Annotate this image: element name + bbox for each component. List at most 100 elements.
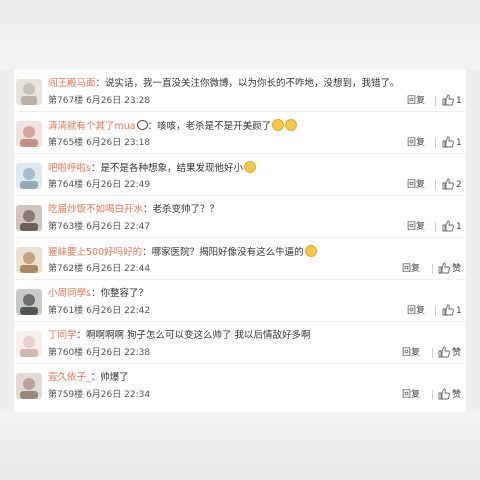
action-divider — [435, 138, 436, 148]
thumbs-up-icon[interactable] — [438, 262, 450, 274]
like-count: 1 — [456, 306, 462, 316]
username-link[interactable]: 清清就有个其了mua — [48, 121, 136, 132]
comment-meta: 第759楼 6月26日 22:34 — [48, 389, 150, 401]
avatar[interactable] — [16, 373, 42, 399]
action-divider — [435, 306, 436, 316]
comment-content: 壹久依子_：帅爆了 — [48, 371, 458, 384]
floor-number: 第764楼 — [48, 180, 84, 190]
comment-time: 23:18 — [124, 138, 151, 148]
thumbs-up-icon[interactable] — [442, 304, 454, 316]
action-divider — [432, 264, 433, 274]
comment-date: 6月26日 — [86, 306, 122, 316]
like-count: 1 — [456, 96, 462, 106]
reply-button[interactable]: 回复 — [404, 221, 428, 233]
laugh-emoji-icon — [243, 161, 256, 173]
comment-meta: 第762楼 6月26日 22:44 — [48, 263, 150, 275]
username-link[interactable]: 丁同学 — [48, 330, 77, 341]
action-divider — [432, 348, 433, 358]
username-link[interactable]: 小周同學s — [48, 288, 91, 299]
comment-date: 6月26日 — [86, 180, 122, 190]
username-link[interactable]: 壹久依子_ — [48, 372, 91, 383]
comment-text: ：老杀变帅了？？ — [143, 204, 220, 215]
comment-date: 6月26日 — [86, 264, 122, 274]
comment-item: 清清就有个其了mua ：咳咳，老杀是不是开美颜了 第765楼 6月26日 23:1… — [14, 112, 466, 154]
reply-button[interactable]: 回复 — [399, 389, 423, 401]
like-count: 2 — [456, 180, 462, 190]
comment-item: 阎王殿马面：说实话，我一直没关注你微博，以为你长的不咋地，没想到，我错了。 第7… — [14, 70, 466, 112]
smile-emoji-icon — [285, 119, 298, 131]
like-button-label[interactable]: 赞 — [452, 347, 466, 359]
floor-number: 第762楼 — [48, 264, 84, 274]
comment-time: 22:38 — [124, 348, 151, 358]
thumbs-up-icon[interactable] — [438, 346, 450, 358]
floor-number: 第759楼 — [48, 390, 84, 400]
avatar[interactable] — [16, 247, 42, 273]
username-link[interactable]: 吃届炒饭不如喝白开水 — [48, 204, 143, 215]
comment-text: ：啊啊啊啊 狗子怎么可以变这么帅了 我以后情敌好多啊 — [76, 330, 311, 341]
comment-text: ：说实话，我一直没关注你微博，以为你长的不咋地，没想到，我错了。 — [95, 78, 400, 89]
thumbs-up-icon[interactable] — [438, 388, 450, 400]
comment-text: ：帅爆了 — [90, 372, 129, 383]
comment-list: 阎王殿马面：说实话，我一直没关注你微博，以为你长的不咋地，没想到，我错了。 第7… — [14, 70, 466, 412]
comment-meta: 第760楼 6月26日 22:38 — [48, 347, 150, 359]
floor-number: 第761楼 — [48, 306, 84, 316]
action-divider — [435, 96, 436, 106]
comment-meta: 第767楼 6月26日 23:28 — [48, 95, 150, 107]
avatar[interactable] — [16, 121, 42, 147]
thumbs-up-icon[interactable] — [442, 136, 454, 148]
like-button-label[interactable]: 赞 — [452, 389, 466, 401]
username-link[interactable]: 阎王殿马面 — [48, 78, 96, 89]
comment-text: ：哪家医院？揭阳好像没有这么牛逼的 — [142, 247, 304, 258]
reply-button[interactable]: 回复 — [404, 137, 428, 149]
comment-meta: 第765楼 6月26日 23:18 — [48, 137, 150, 149]
avatar[interactable] — [16, 163, 42, 189]
reply-button[interactable]: 回复 — [404, 305, 428, 317]
like-count: 1 — [456, 222, 462, 232]
comment-time: 22:42 — [124, 306, 151, 316]
panda-emoji-icon — [136, 120, 148, 130]
avatar[interactable] — [16, 79, 42, 105]
like-count: 1 — [456, 138, 462, 148]
comment-content: 吃届炒饭不如喝白开水：老杀变帅了？？ — [48, 203, 458, 216]
avatar[interactable] — [16, 205, 42, 231]
reply-button[interactable]: 回复 — [404, 179, 428, 191]
floor-number: 第760楼 — [48, 348, 84, 358]
comment-content: 清清就有个其了mua ：咳咳，老杀是不是开美颜了 — [48, 119, 458, 133]
comment-content: 阎王殿马面：说实话，我一直没关注你微博，以为你长的不咋地，没想到，我错了。 — [48, 77, 458, 90]
username-link[interactable]: 吧啦呼啦s — [48, 163, 91, 174]
comment-date: 6月26日 — [86, 96, 122, 106]
comment-text: ：咳咳，老杀是不是开美颜了 — [147, 121, 272, 132]
comment-text: ：是不是各种想象，结果发现他好小 — [90, 163, 243, 174]
comment-date: 6月26日 — [86, 138, 122, 148]
comment-meta: 第763楼 6月26日 22:47 — [48, 221, 150, 233]
top-blur-background — [0, 0, 480, 70]
comment-item: 猩妹要上500好吗好的：哪家医院？揭阳好像没有这么牛逼的 第762楼 6月26日… — [14, 238, 466, 280]
comment-content: 吧啦呼啦s：是不是各种想象，结果发现他好小 — [48, 161, 458, 175]
action-divider — [432, 390, 433, 400]
comment-time: 22:44 — [124, 264, 151, 274]
comment-item: 丁同学：啊啊啊啊 狗子怎么可以变这么帅了 我以后情敌好多啊 第760楼 6月26… — [14, 322, 466, 364]
like-button-label[interactable]: 赞 — [452, 263, 466, 275]
bottom-blur-background — [0, 412, 480, 480]
dog-emoji-icon — [304, 245, 317, 257]
comment-item: 小周同學s：你整容了？ 第761楼 6月26日 22:42 回复 1 — [14, 280, 466, 322]
comment-content: 猩妹要上500好吗好的：哪家医院？揭阳好像没有这么牛逼的 — [48, 245, 458, 259]
thumbs-up-icon[interactable] — [442, 178, 454, 190]
reply-button[interactable]: 回复 — [404, 95, 428, 107]
username-link[interactable]: 猩妹要上500好吗好的 — [48, 247, 142, 258]
comment-content: 丁同学：啊啊啊啊 狗子怎么可以变这么帅了 我以后情敌好多啊 — [48, 329, 458, 342]
floor-number: 第767楼 — [48, 96, 84, 106]
comment-date: 6月26日 — [86, 390, 122, 400]
comment-date: 6月26日 — [86, 348, 122, 358]
reply-button[interactable]: 回复 — [399, 347, 423, 359]
smile-emoji-icon — [272, 119, 285, 131]
comment-text: ：你整容了？ — [90, 288, 148, 299]
comment-content: 小周同學s：你整容了？ — [48, 287, 458, 300]
thumbs-up-icon[interactable] — [442, 220, 454, 232]
avatar[interactable] — [16, 331, 42, 357]
floor-number: 第763楼 — [48, 222, 84, 232]
reply-button[interactable]: 回复 — [399, 263, 423, 275]
comment-item: 吃届炒饭不如喝白开水：老杀变帅了？？ 第763楼 6月26日 22:47 回复 … — [14, 196, 466, 238]
avatar[interactable] — [16, 289, 42, 315]
thumbs-up-icon[interactable] — [442, 94, 454, 106]
